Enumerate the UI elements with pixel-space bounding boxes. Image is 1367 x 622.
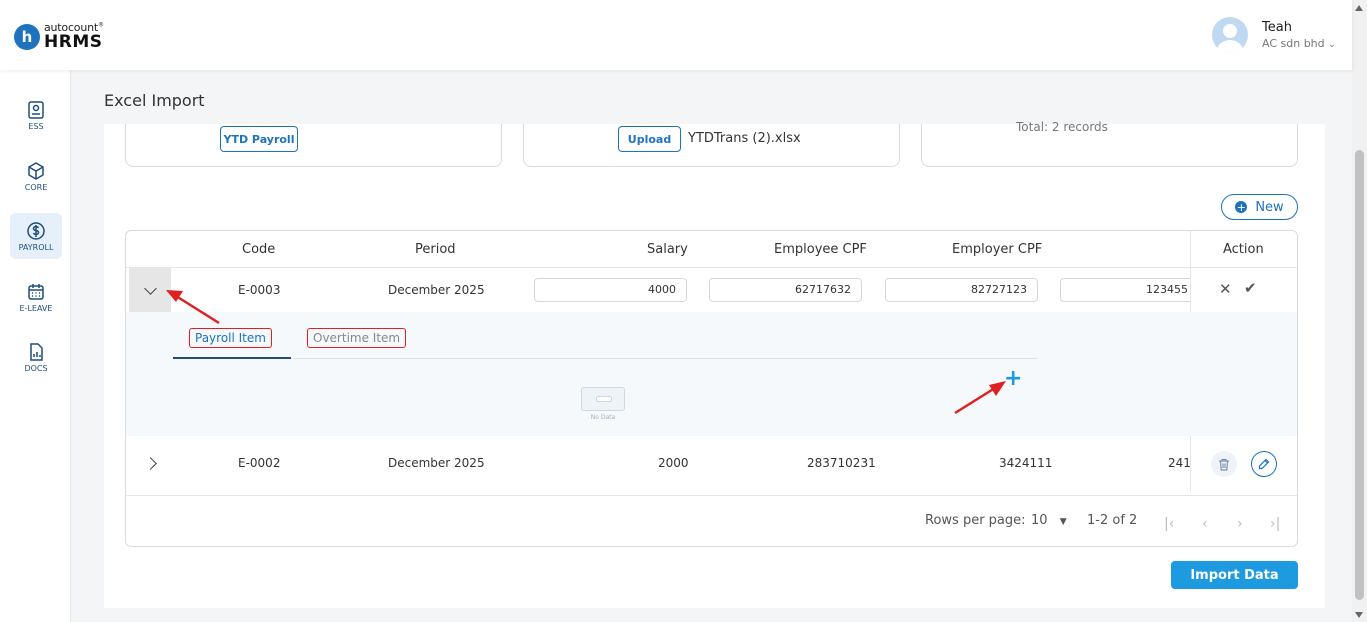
records-card <box>921 124 1298 167</box>
sidebar-item-label: ESS <box>28 121 44 131</box>
logo-bottom-text: HRMS <box>44 32 103 52</box>
sidebar-item-e-leave[interactable]: E-LEAVE <box>10 274 62 320</box>
add-item-icon[interactable]: + <box>1004 368 1022 390</box>
employee-cpf-input[interactable]: 62717632 <box>709 278 862 302</box>
cell-employer-cpf: 3424111 <box>999 456 1053 470</box>
upload-button[interactable]: Upload <box>618 126 681 152</box>
first-page-icon[interactable]: |‹ <box>1164 516 1174 532</box>
tab-overtime-item[interactable]: Overtime Item <box>307 328 407 348</box>
previous-page-icon[interactable]: ‹ <box>1202 516 1208 532</box>
row-detail-panel: Payroll Item Overtime Item + No Data <box>126 312 1297 436</box>
sidebar-item-core[interactable]: CORE <box>10 153 62 199</box>
cancel-edit-icon[interactable]: ✕ <box>1219 280 1232 298</box>
chevron-right-icon <box>143 456 157 470</box>
caret-down-icon: ▼ <box>1059 517 1067 527</box>
cube-icon <box>28 161 44 180</box>
rows-per-page-label: Rows per page: <box>925 513 1026 528</box>
avatar[interactable] <box>1212 17 1248 53</box>
document-chart-icon <box>30 342 43 361</box>
cell-extra: 2413 <box>1168 456 1190 470</box>
logo-badge: h <box>14 23 40 50</box>
tab-payroll-item[interactable]: Payroll Item <box>189 328 272 348</box>
page-title: Excel Import <box>104 91 205 110</box>
sidebar-item-ess[interactable]: ESS <box>10 92 62 138</box>
rows-per-page-value: 10 <box>1031 513 1048 528</box>
cell-period: December 2025 <box>388 456 485 470</box>
scroll-down-arrow-icon[interactable] <box>1355 612 1363 618</box>
user-menu[interactable]: Teah AC sdn bhd ⌄ <box>1212 17 1336 53</box>
rows-per-page-select[interactable]: 10 ▼ <box>1031 513 1067 528</box>
employer-cpf-input[interactable]: 82727123 <box>885 278 1038 302</box>
dollar-circle-icon <box>27 221 45 240</box>
total-records-text: Total: 2 records <box>1016 120 1108 134</box>
column-header-code: Code <box>242 242 276 257</box>
logo-registered-mark: ® <box>98 21 104 29</box>
ytd-payroll-card <box>125 124 502 167</box>
sidebar-item-label: CORE <box>24 182 48 192</box>
new-button-label: New <box>1255 199 1284 215</box>
empty-box-icon <box>581 387 625 411</box>
pagination-range: 1-2 of 2 <box>1087 513 1138 528</box>
collapse-row-button[interactable] <box>129 268 171 312</box>
calendar-icon <box>28 283 44 300</box>
scroll-thumb[interactable] <box>1355 150 1364 600</box>
trash-icon <box>1219 458 1229 471</box>
column-header-employee-cpf: Employee CPF <box>774 242 867 257</box>
cell-employee-cpf: 283710231 <box>807 456 876 470</box>
ytd-payroll-button[interactable]: YTD Payroll <box>220 126 298 152</box>
expand-row-button[interactable] <box>129 441 171 485</box>
confirm-edit-icon[interactable]: ✔ <box>1244 279 1257 297</box>
app-header: h autocount® HRMS Teah AC sdn bhd ⌄ <box>0 0 1352 70</box>
sidebar-item-payroll[interactable]: PAYROLL <box>10 213 62 259</box>
sidebar-item-docs[interactable]: DOCS <box>10 334 62 380</box>
cell-salary: 2000 <box>658 456 689 470</box>
cell-code: E-0003 <box>238 283 281 297</box>
sidebar-item-label: PAYROLL <box>18 242 54 252</box>
cell-period: December 2025 <box>388 283 485 297</box>
salary-input[interactable]: 4000 <box>534 278 687 302</box>
no-data-text: No Data <box>590 414 616 421</box>
extra-column-input[interactable]: 123455 <box>1060 278 1190 302</box>
new-button[interactable]: + New <box>1221 194 1298 220</box>
column-header-employer-cpf: Employer CPF <box>952 242 1043 257</box>
delete-row-button[interactable] <box>1211 451 1237 477</box>
app-logo[interactable]: h autocount® HRMS <box>14 22 104 51</box>
chevron-down-icon <box>143 281 157 295</box>
user-name: Teah <box>1262 20 1292 35</box>
cell-code: E-0002 <box>238 456 281 470</box>
sidebar-item-label: DOCS <box>24 363 48 373</box>
last-page-icon[interactable]: ›| <box>1270 516 1280 532</box>
uploaded-file-name: YTDTrans (2).xlsx <box>688 131 801 146</box>
chevron-down-icon[interactable]: ⌄ <box>1328 40 1336 50</box>
sidebar: ESS CORE PAYROLL E-LEAVE DOCS <box>0 70 71 622</box>
column-header-period: Period <box>415 242 456 257</box>
id-card-icon <box>28 100 44 119</box>
sidebar-item-label: E-LEAVE <box>19 303 53 313</box>
pencil-icon <box>1258 458 1270 470</box>
empty-state: No Data <box>578 387 628 421</box>
scroll-up-arrow-icon[interactable] <box>1355 5 1363 11</box>
plus-circle-icon: + <box>1235 200 1248 214</box>
user-company: AC sdn bhd <box>1262 37 1325 50</box>
import-data-button[interactable]: Import Data <box>1171 561 1298 589</box>
column-header-action: Action <box>1223 242 1264 257</box>
import-table: Code Period Salary Employee CPF Employer… <box>125 230 1298 547</box>
column-header-salary: Salary <box>647 242 688 257</box>
edit-row-button[interactable] <box>1251 451 1277 477</box>
active-tab-indicator <box>173 357 291 359</box>
page-scrollbar[interactable] <box>1352 0 1367 622</box>
next-page-icon[interactable]: › <box>1237 516 1243 532</box>
